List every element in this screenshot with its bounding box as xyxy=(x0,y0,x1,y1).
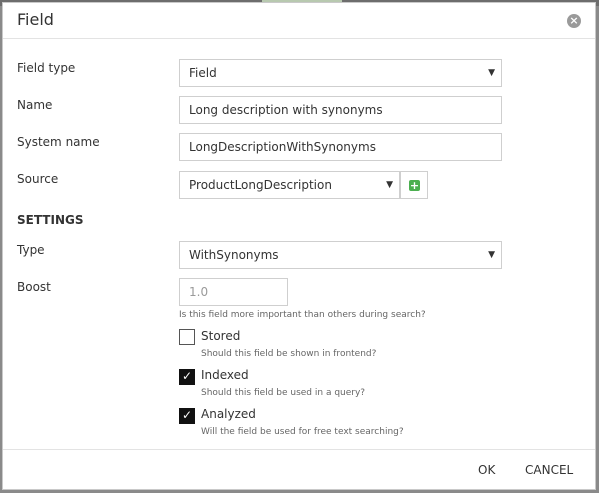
indexed-label: Indexed xyxy=(201,368,249,382)
close-icon[interactable]: × xyxy=(567,14,581,28)
source-select[interactable]: ProductLongDescription ▼ xyxy=(179,171,400,199)
field-dialog: Field × Field type Field ▼ Name Long des… xyxy=(2,2,596,490)
type-label: Type xyxy=(17,243,45,257)
field-type-select[interactable]: Field ▼ xyxy=(179,59,502,87)
chevron-down-icon: ▼ xyxy=(386,180,393,190)
source-label: Source xyxy=(17,172,59,186)
system-name-input[interactable]: LongDescriptionWithSynonyms xyxy=(179,133,502,161)
type-value: WithSynonyms xyxy=(189,248,279,262)
analyzed-hint: Will the field be used for free text sea… xyxy=(201,427,404,437)
dialog-title: Field xyxy=(17,10,54,29)
analyzed-label: Analyzed xyxy=(201,407,256,421)
stored-hint: Should this field be shown in frontend? xyxy=(201,349,377,359)
indexed-hint: Should this field be used in a query? xyxy=(201,388,366,398)
field-type-value: Field xyxy=(189,66,217,80)
name-label: Name xyxy=(17,98,53,112)
cancel-button[interactable]: CANCEL xyxy=(525,463,573,477)
boost-input[interactable]: 1.0 xyxy=(179,278,288,306)
boost-label: Boost xyxy=(17,280,51,294)
checkmark-icon: ✓ xyxy=(182,369,193,383)
checkmark-icon: ✓ xyxy=(182,408,193,422)
chevron-down-icon: ▼ xyxy=(488,250,495,260)
add-source-button[interactable]: + xyxy=(400,171,428,199)
plus-icon: + xyxy=(409,179,420,192)
stored-checkbox[interactable] xyxy=(179,329,195,345)
name-input[interactable]: Long description with synonyms xyxy=(179,96,502,124)
boost-hint: Is this field more important than others… xyxy=(179,310,426,320)
dialog-footer: OK CANCEL xyxy=(3,449,595,489)
settings-heading: SETTINGS xyxy=(17,213,84,227)
system-name-label: System name xyxy=(17,135,100,149)
analyzed-checkbox[interactable]: ✓ xyxy=(179,408,195,424)
chevron-down-icon: ▼ xyxy=(488,68,495,78)
source-value: ProductLongDescription xyxy=(189,178,332,192)
indexed-checkbox[interactable]: ✓ xyxy=(179,369,195,385)
dialog-header: Field × xyxy=(3,3,595,39)
type-select[interactable]: WithSynonyms ▼ xyxy=(179,241,502,269)
ok-button[interactable]: OK xyxy=(478,463,495,477)
field-type-label: Field type xyxy=(17,61,76,75)
stored-label: Stored xyxy=(201,329,241,343)
